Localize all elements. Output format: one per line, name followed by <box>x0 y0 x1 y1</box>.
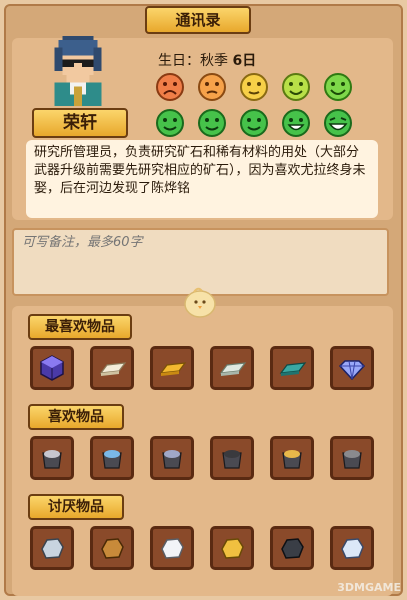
section-disliked-label: 讨厌物品 <box>28 494 124 520</box>
window-title: 通讯录 <box>145 6 251 34</box>
section-liked-label: 喜欢物品 <box>28 404 124 430</box>
blue-gray-ore-icon <box>162 450 182 469</box>
item-slot[interactable] <box>30 526 74 570</box>
note-input[interactable] <box>20 234 384 251</box>
green-smile-face-icon <box>240 109 268 137</box>
birthday-label: 生日：秋季 <box>158 53 228 69</box>
favor-level-row-1 <box>155 72 353 102</box>
chick-mascot-icon <box>184 287 216 318</box>
smile-face-icon <box>282 73 310 101</box>
happy-face-icon <box>324 73 352 101</box>
green-smile-face-icon <box>156 109 184 137</box>
item-slot[interactable] <box>150 436 194 480</box>
item-slot[interactable] <box>210 346 254 390</box>
gold-stone-icon <box>221 538 244 559</box>
dark-ore-icon <box>222 450 242 469</box>
teal-ingot-icon <box>279 362 307 376</box>
very-sad-face-icon <box>156 73 184 101</box>
item-slot[interactable] <box>90 436 134 480</box>
item-slot[interactable] <box>270 436 314 480</box>
item-slot[interactable] <box>210 436 254 480</box>
birthday: 生日：秋季 6日 <box>158 50 256 70</box>
silver-ingot-icon <box>219 362 247 376</box>
item-slot[interactable] <box>30 436 74 480</box>
white-stone-icon <box>161 538 184 559</box>
gold-ingot-icon <box>159 362 187 376</box>
item-slot[interactable] <box>150 346 194 390</box>
item-slot[interactable] <box>330 436 374 480</box>
item-slot[interactable] <box>270 526 314 570</box>
green-grin-face-icon <box>282 109 310 137</box>
item-slot[interactable] <box>30 346 74 390</box>
diamond-icon <box>338 360 366 381</box>
gray-ore-icon <box>342 450 362 469</box>
green-laugh-face-icon <box>324 109 352 137</box>
white-ingot-icon <box>99 362 127 376</box>
item-slot[interactable] <box>90 526 134 570</box>
item-slot[interactable] <box>150 526 194 570</box>
gold-ore-icon <box>282 450 302 469</box>
green-smile-face-icon <box>198 109 226 137</box>
item-slot[interactable] <box>270 346 314 390</box>
watermark: 3DMGAME <box>337 581 401 594</box>
blue-white-stone-icon <box>341 538 364 559</box>
item-slot[interactable] <box>330 346 374 390</box>
npc-description: 研究所管理员，负责研究矿石和稀有材料的用处（大部分武器升级前需要先研究相应的矿石… <box>26 140 378 218</box>
loved-items-row <box>30 346 374 390</box>
copper-stone-icon <box>101 538 124 559</box>
dark-stone-icon <box>281 538 304 559</box>
neutral-face-icon <box>240 73 268 101</box>
item-slot[interactable] <box>210 526 254 570</box>
birthday-day: 6日 <box>232 53 257 69</box>
sad-face-icon <box>198 73 226 101</box>
purple-cube-icon <box>40 355 64 381</box>
disliked-items-row <box>30 526 374 570</box>
favor-level-row-2 <box>155 108 353 138</box>
pale-stone-icon <box>41 538 64 559</box>
section-loved-label: 最喜欢物品 <box>28 314 132 340</box>
silver-ore-icon <box>42 450 62 469</box>
npc-avatar <box>54 36 102 106</box>
item-slot[interactable] <box>90 346 134 390</box>
blue-ore-icon <box>102 450 122 469</box>
npc-name: 荣轩 <box>32 108 128 138</box>
item-slot[interactable] <box>330 526 374 570</box>
liked-items-row <box>30 436 374 480</box>
